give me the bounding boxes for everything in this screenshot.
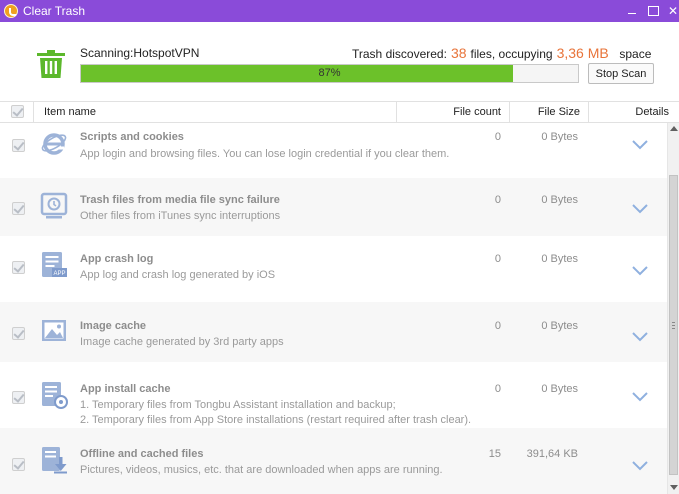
title-bar: Clear Trash ✕: [0, 0, 679, 22]
files-label: files, occupying: [470, 47, 553, 61]
item-file-count: 0: [494, 131, 501, 143]
install-cache-icon: [42, 382, 68, 409]
item-title: Offline and cached files: [80, 448, 204, 460]
progress-text: 87%: [318, 67, 341, 79]
list-item[interactable]: Offline and cached files Pictures, video…: [0, 428, 667, 494]
item-checkbox[interactable]: [12, 458, 25, 471]
item-description: Pictures, videos, musics, etc. that are …: [80, 464, 443, 476]
close-button[interactable]: ✕: [662, 0, 679, 22]
discovered-label: Trash discovered:: [352, 47, 447, 61]
list-item[interactable]: App install cache 1. Temporary files fro…: [0, 362, 667, 428]
item-file-count: 0: [494, 194, 501, 206]
occupied-size: 3,36 MB: [556, 45, 609, 61]
item-title: Scripts and cookies: [80, 131, 184, 143]
internet-explorer-icon: [41, 133, 67, 155]
table-header: Item name File count File Size Details: [0, 101, 679, 123]
chevron-down-icon[interactable]: [632, 140, 648, 150]
scanning-status: Scanning:HotspotVPN: [80, 46, 200, 60]
list-item[interactable]: Image cache Image cache generated by 3rd…: [0, 302, 667, 362]
trash-summary: Trash discovered: 38 files, occupying 3,36 …: [352, 45, 651, 61]
item-checkbox[interactable]: [12, 327, 25, 340]
item-description-line-2: 2. Temporary files from App Store instal…: [80, 414, 472, 426]
item-description: App login and browsing files. You can lo…: [80, 148, 450, 160]
item-description: Image cache generated by 3rd party apps: [80, 336, 284, 348]
chevron-down-icon[interactable]: [632, 461, 648, 471]
image-icon: [42, 320, 66, 341]
scrollbar-grip-icon: [672, 322, 675, 329]
item-file-size: 391,64 KB: [526, 448, 578, 460]
crash-log-icon: APP: [42, 252, 67, 277]
list-item[interactable]: Trash files from media file sync failure…: [0, 178, 667, 236]
chevron-down-icon[interactable]: [632, 332, 648, 342]
scroll-down-arrow-icon[interactable]: [670, 485, 678, 490]
svg-text:APP: APP: [53, 271, 65, 277]
list-item[interactable]: APP App crash log App log and crash log …: [0, 236, 667, 302]
chevron-down-icon[interactable]: [632, 266, 648, 276]
item-file-size: 0 Bytes: [541, 320, 578, 332]
item-file-count: 15: [488, 448, 501, 460]
column-header-size[interactable]: File Size: [510, 102, 589, 122]
app-logo-icon: [4, 4, 18, 18]
item-file-count: 0: [494, 320, 501, 332]
item-file-size: 0 Bytes: [541, 253, 578, 265]
chevron-down-icon[interactable]: [632, 204, 648, 214]
window-title: Clear Trash: [23, 4, 86, 18]
item-checkbox[interactable]: [12, 261, 25, 274]
item-file-size: 0 Bytes: [541, 131, 578, 143]
maximize-button[interactable]: [642, 0, 664, 22]
trash-bin-icon: [37, 50, 65, 78]
item-title: App install cache: [80, 383, 171, 395]
scroll-up-arrow-icon[interactable]: [670, 126, 678, 131]
item-file-count: 0: [494, 253, 501, 265]
item-checkbox[interactable]: [12, 391, 25, 404]
trash-item-list: Scripts and cookies App login and browsi…: [0, 123, 667, 494]
vertical-scrollbar[interactable]: [667, 123, 679, 494]
item-title: App crash log: [80, 253, 154, 265]
column-header-count[interactable]: File count: [397, 102, 510, 122]
stop-scan-button[interactable]: Stop Scan: [588, 63, 654, 84]
discovered-count: 38: [450, 45, 467, 61]
itunes-sync-icon: [40, 192, 68, 219]
download-cache-icon: [42, 447, 67, 474]
item-checkbox[interactable]: [12, 139, 25, 152]
select-all-cell: [0, 102, 34, 122]
scan-progress-bar: 87%: [80, 64, 579, 83]
item-description: Other files from iTunes sync interruptio…: [80, 210, 281, 222]
item-description-line-1: 1. Temporary files from Tongbu Assistant…: [80, 399, 396, 411]
item-file-size: 0 Bytes: [541, 194, 578, 206]
item-title: Image cache: [80, 320, 147, 332]
item-title: Trash files from media file sync failure: [80, 194, 280, 206]
space-label: space: [619, 47, 652, 61]
chevron-down-icon[interactable]: [632, 392, 648, 402]
column-header-details: Details: [635, 106, 669, 118]
item-checkbox[interactable]: [12, 202, 25, 215]
column-header-name[interactable]: Item name: [34, 102, 397, 122]
minimize-button[interactable]: [621, 0, 643, 22]
list-item[interactable]: Scripts and cookies App login and browsi…: [0, 123, 667, 178]
scrollbar-thumb[interactable]: [669, 175, 678, 475]
select-all-checkbox[interactable]: [11, 105, 24, 118]
item-file-size: 0 Bytes: [541, 383, 578, 395]
item-file-count: 0: [494, 383, 501, 395]
item-description: App log and crash log generated by iOS: [80, 269, 276, 281]
